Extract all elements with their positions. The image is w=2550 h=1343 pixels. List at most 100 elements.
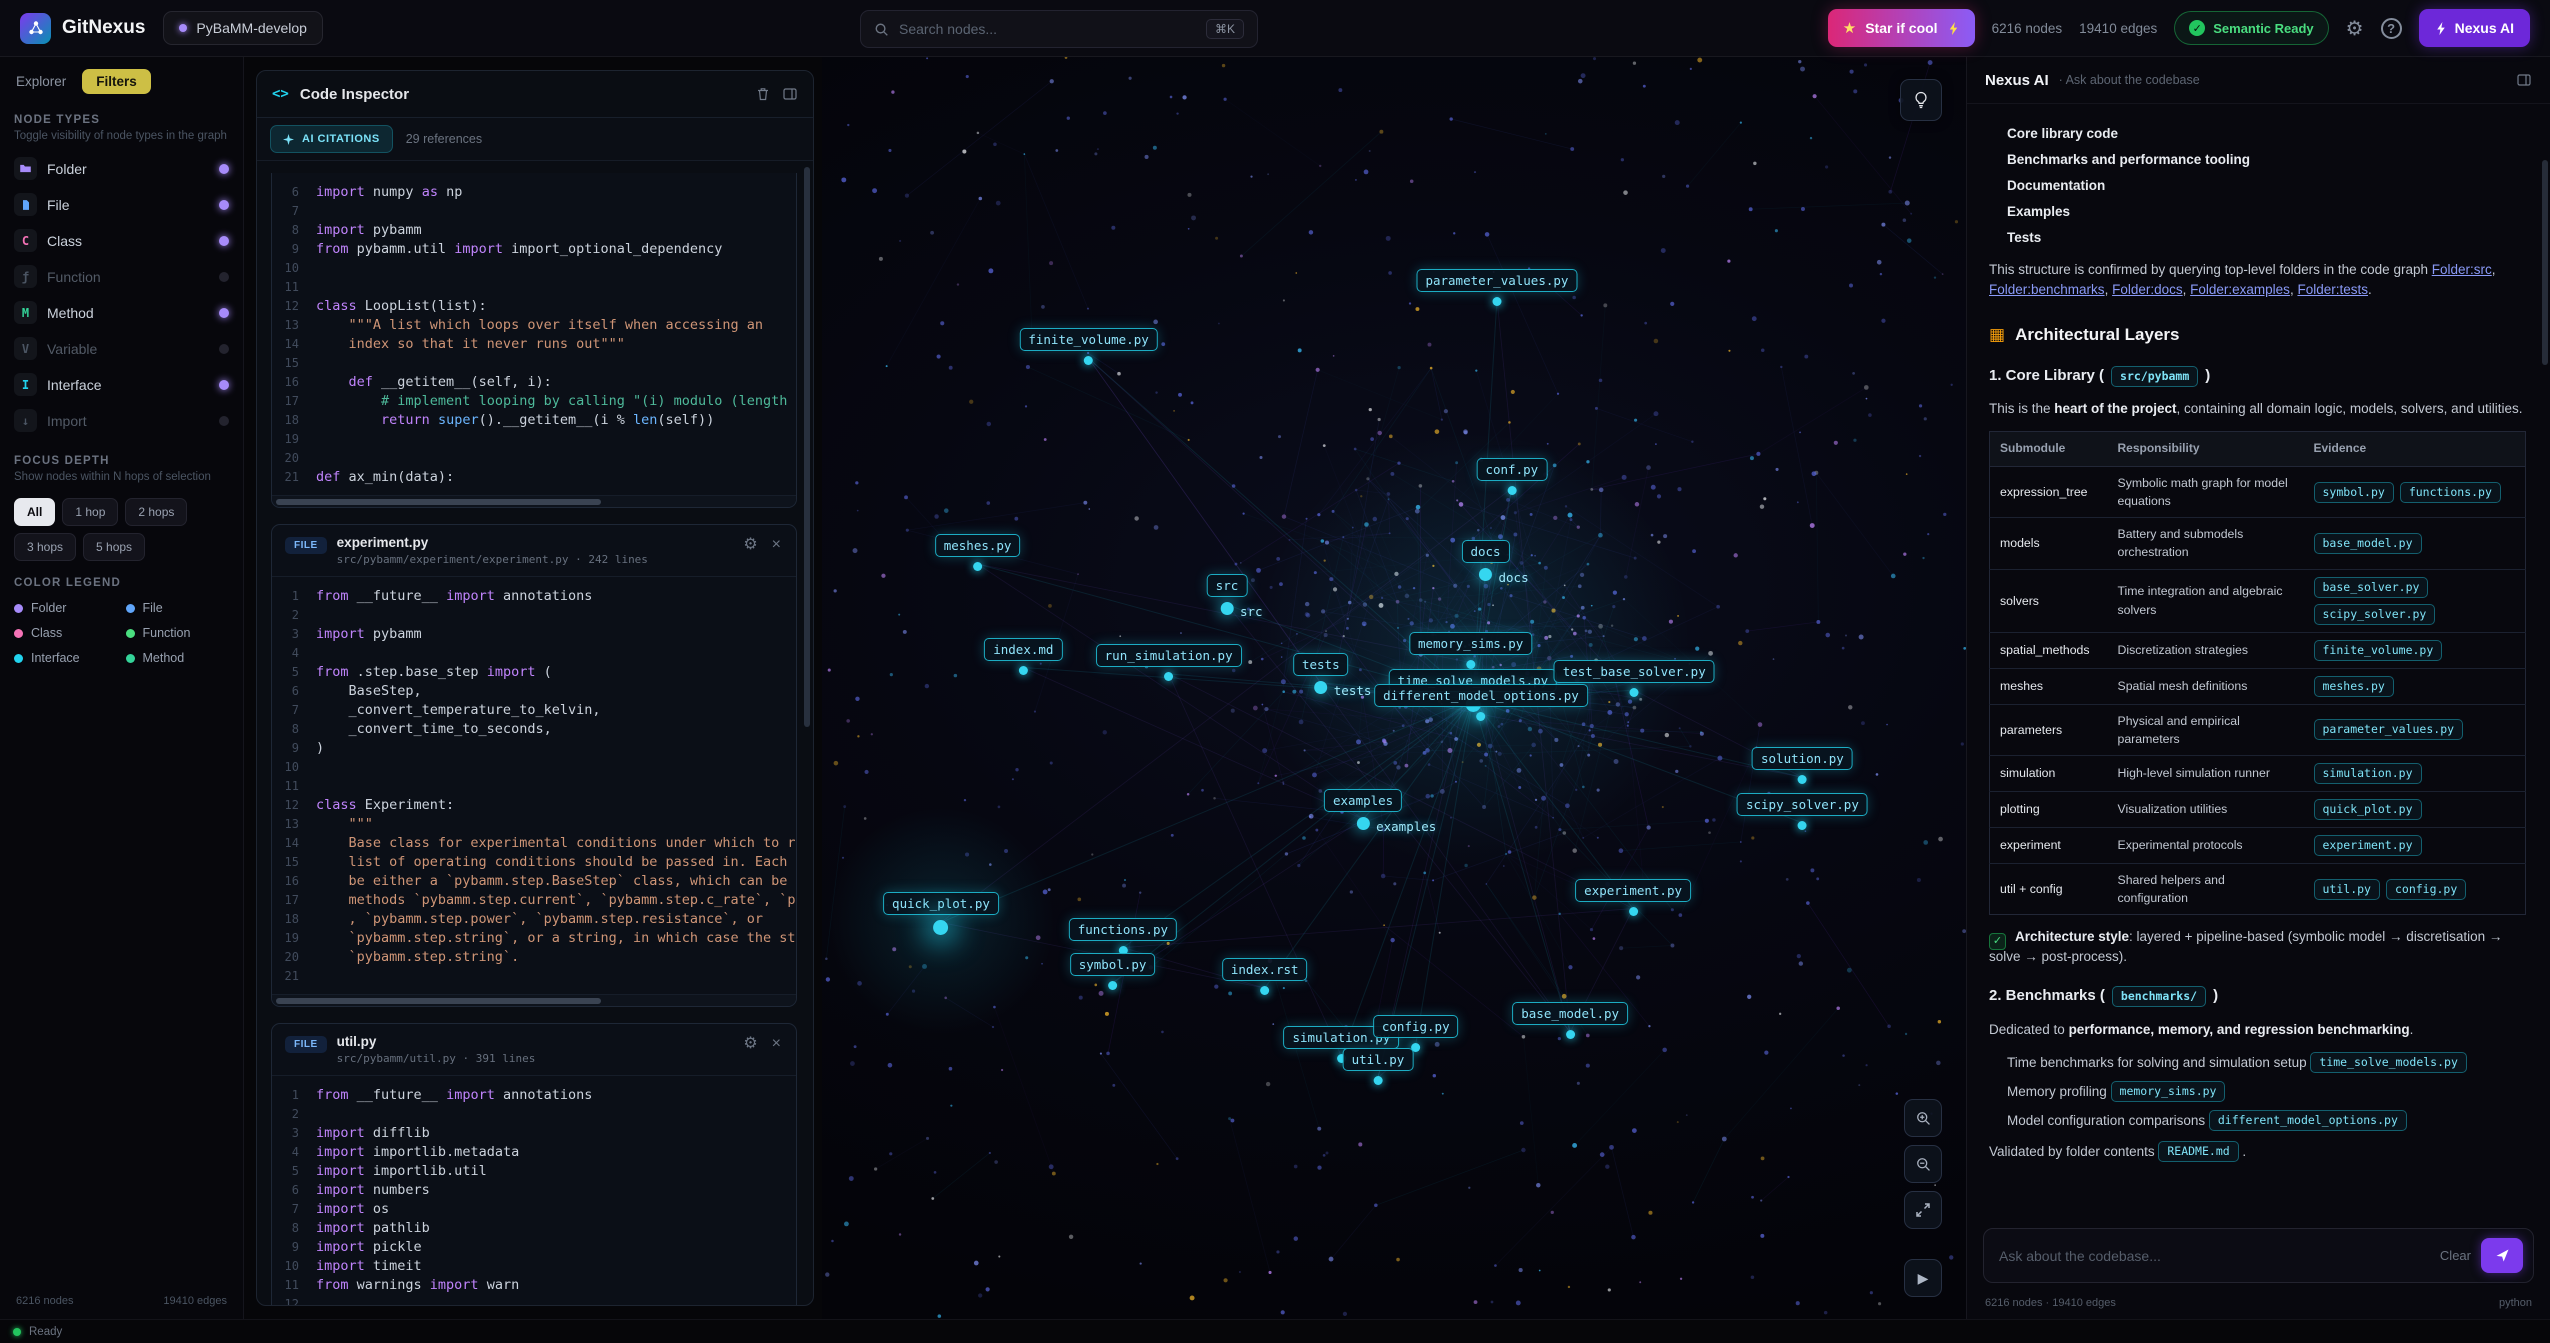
node-type-label: Folder: [47, 161, 209, 177]
graph-node-run_simulation.py[interactable]: run_simulation.py: [1096, 644, 1242, 681]
node-type-function[interactable]: ƒFunction: [14, 259, 229, 295]
table-row: expression_treeSymbolic math graph for m…: [1990, 466, 2526, 517]
graph-canvas[interactable]: ▶ parameter_values.py finite_volume.pycon…: [822, 57, 1966, 1319]
star-button[interactable]: ★ Star if cool: [1828, 9, 1975, 47]
graph-node-index.md[interactable]: index.md: [984, 638, 1062, 675]
layers-heading: ▦ Architectural Layers: [1989, 322, 2526, 347]
node-type-import[interactable]: ↓Import: [14, 403, 229, 439]
graph-node-label: different_model_options.py: [1374, 684, 1588, 707]
focus-depth-5-hops[interactable]: 5 hops: [83, 533, 145, 561]
graph-node-functions.py[interactable]: functions.py: [1069, 918, 1177, 955]
folder-link[interactable]: Folder:examples: [2190, 282, 2290, 297]
insights-lightbulb-button[interactable]: [1900, 79, 1942, 121]
collapse-panel-icon[interactable]: [782, 86, 798, 102]
zoom-out-button[interactable]: [1904, 1145, 1942, 1183]
graph-node-tests[interactable]: teststests: [1293, 653, 1349, 694]
visibility-toggle-dot[interactable]: [219, 416, 229, 426]
folder-link[interactable]: Folder:benchmarks: [1989, 282, 2105, 297]
focus-depth-3-hops[interactable]: 3 hops: [14, 533, 76, 561]
tab-ai-citations[interactable]: AI CITATIONS: [270, 125, 393, 153]
graph-node-label: docs: [1461, 540, 1509, 563]
tab-filters[interactable]: Filters: [82, 69, 151, 94]
visibility-toggle-dot[interactable]: [219, 344, 229, 354]
snippet-list[interactable]: 6import numpy as np78import pybamm9from …: [257, 161, 813, 1305]
graph-node-base_model.py[interactable]: base_model.py: [1512, 1002, 1628, 1039]
node-type-method[interactable]: MMethod: [14, 295, 229, 331]
graph-node-finite_volume.py[interactable]: finite_volume.py: [1019, 328, 1157, 365]
line-code: def __getitem__(self, i):: [316, 373, 796, 392]
horizontal-scroll-thumb[interactable]: [276, 499, 601, 505]
graph-node-meshes.py[interactable]: meshes.py: [935, 534, 1021, 571]
graph-node-conf.py[interactable]: conf.py: [1476, 458, 1547, 495]
graph-node-memory_sims.py[interactable]: memory_sims.py: [1409, 632, 1532, 669]
horizontal-scroll-thumb[interactable]: [276, 998, 601, 1004]
focus-depth-2-hops[interactable]: 2 hops: [125, 498, 187, 526]
graph-node-config.py[interactable]: config.py: [1373, 1015, 1459, 1052]
legend-label: Function: [143, 626, 191, 640]
node-type-folder[interactable]: Folder: [14, 151, 229, 187]
line-number: 4: [272, 1143, 316, 1162]
visibility-toggle-dot[interactable]: [219, 308, 229, 318]
graph-node-index.rst[interactable]: index.rst: [1222, 958, 1308, 995]
trash-icon[interactable]: [755, 86, 771, 102]
graph-node-experiment.py[interactable]: experiment.py: [1575, 879, 1691, 916]
line-code: import timeit: [316, 1257, 796, 1276]
ai-collapse-panel-icon[interactable]: [2516, 72, 2532, 88]
folder-link[interactable]: Folder:docs: [2112, 282, 2183, 297]
snippet-close-icon[interactable]: ×: [770, 1034, 783, 1054]
zoom-in-button[interactable]: [1904, 1099, 1942, 1137]
visibility-toggle-dot[interactable]: [219, 200, 229, 210]
nexus-ai-button[interactable]: Nexus AI: [2419, 9, 2530, 47]
node-type-variable[interactable]: VVariable: [14, 331, 229, 367]
graph-node-parameter_values.py[interactable]: parameter_values.py: [1416, 269, 1577, 306]
visibility-toggle-dot[interactable]: [219, 164, 229, 174]
snippet-settings-icon[interactable]: ⚙: [741, 1034, 759, 1054]
inspector-scrollbar-thumb[interactable]: [804, 167, 810, 727]
graph-node-label: run_simulation.py: [1096, 644, 1242, 667]
fullscreen-button[interactable]: [1904, 1191, 1942, 1229]
play-layout-button[interactable]: ▶: [1904, 1259, 1942, 1297]
graph-node-scipy_solver.py[interactable]: scipy_solver.py: [1737, 793, 1868, 830]
node-type-file[interactable]: File: [14, 187, 229, 223]
focus-depth-1-hop[interactable]: 1 hop: [62, 498, 118, 526]
graph-node-src[interactable]: srcsrc: [1207, 574, 1248, 615]
graph-node-symbol.py[interactable]: symbol.py: [1070, 953, 1156, 990]
graph-node-label: finite_volume.py: [1019, 328, 1157, 351]
ask-input[interactable]: [1999, 1248, 2430, 1264]
send-button[interactable]: [2481, 1238, 2523, 1273]
visibility-toggle-dot[interactable]: [219, 236, 229, 246]
snippet-close-icon[interactable]: ×: [770, 535, 783, 555]
help-icon[interactable]: ?: [2381, 18, 2402, 39]
ai-scrollbar-thumb[interactable]: [2542, 160, 2548, 365]
graph-node-docs[interactable]: docsdocs: [1461, 540, 1509, 581]
project-selector[interactable]: PyBaMM-develop: [163, 11, 323, 45]
snippet-settings-icon[interactable]: ⚙: [741, 535, 759, 555]
search-input[interactable]: [899, 21, 1196, 37]
search-bar[interactable]: ⌘K: [860, 10, 1258, 48]
legend-method: Method: [126, 651, 230, 665]
graph-node-util.py[interactable]: util.py: [1343, 1048, 1414, 1085]
tab-explorer[interactable]: Explorer: [14, 69, 68, 94]
ai-response-area[interactable]: Core library codeBenchmarks and performa…: [1967, 104, 2550, 1218]
folder-link[interactable]: Folder:src: [2432, 262, 2492, 277]
visibility-toggle-dot[interactable]: [219, 272, 229, 282]
graph-node-quick_plot.py[interactable]: quick_plot.py: [883, 892, 999, 935]
node-type-class[interactable]: CClass: [14, 223, 229, 259]
horizontal-scrollbar[interactable]: [272, 994, 796, 1006]
focus-depth-all[interactable]: All: [14, 498, 55, 526]
code-lines[interactable]: 6import numpy as np78import pybamm9from …: [272, 173, 796, 495]
clear-button[interactable]: Clear: [2440, 1248, 2471, 1263]
node-type-interface[interactable]: IInterface: [14, 367, 229, 403]
folder-link[interactable]: Folder:tests: [2297, 282, 2368, 297]
graph-node-examples[interactable]: examplesexamples: [1324, 789, 1402, 830]
code-lines[interactable]: 1from __future__ import annotations23imp…: [272, 1076, 796, 1305]
settings-gear-icon[interactable]: ⚙: [2346, 16, 2364, 41]
horizontal-scrollbar[interactable]: [272, 495, 796, 507]
graph-node-solution.py[interactable]: solution.py: [1752, 747, 1853, 784]
code-lines[interactable]: 1from __future__ import annotations23imp…: [272, 577, 796, 994]
line-number: 20: [272, 449, 316, 468]
graph-node-dot: [1357, 817, 1370, 830]
line-code: from warnings import warn: [316, 1276, 796, 1295]
graph-node-different_model_options.py[interactable]: different_model_options.py: [1374, 684, 1588, 721]
visibility-toggle-dot[interactable]: [219, 380, 229, 390]
